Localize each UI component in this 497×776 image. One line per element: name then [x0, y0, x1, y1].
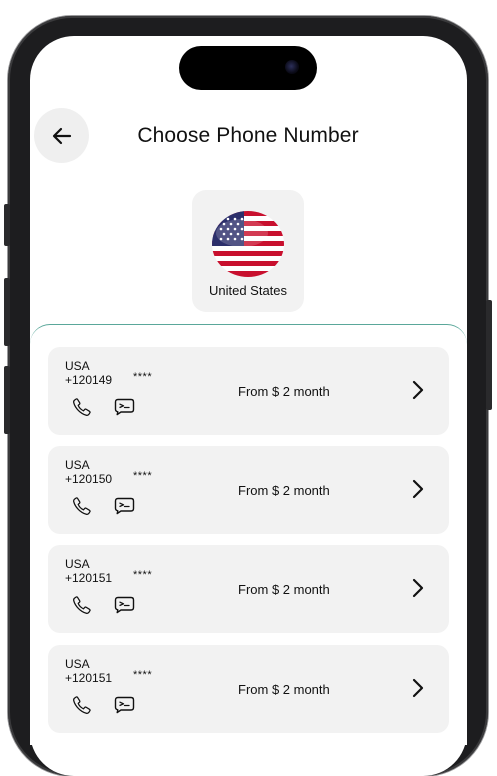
price-label: From $ 2 month: [238, 384, 330, 399]
message-icon: [114, 398, 135, 416]
country-name: United States: [208, 283, 288, 298]
action-button: [4, 204, 10, 246]
number-prefix: +120151: [65, 571, 113, 585]
number-country: USA: [65, 557, 90, 571]
message-icon: [114, 696, 135, 714]
number-mask: ****: [133, 371, 153, 383]
number-mask: ****: [133, 470, 153, 482]
phone-icon: [73, 398, 91, 416]
number-row[interactable]: USA +120149 **** From $ 2 month: [48, 347, 449, 435]
number-prefix: +120149: [65, 373, 113, 387]
number-country: USA: [65, 657, 90, 671]
us-flag-icon: [212, 211, 284, 277]
dynamic-island: [179, 46, 317, 90]
volume-up-button: [4, 278, 10, 346]
number-row[interactable]: USA +120150 **** From $ 2 month: [48, 446, 449, 534]
number-mask: ****: [133, 569, 153, 581]
number-prefix: +120150: [65, 472, 113, 486]
chevron-right-icon[interactable]: [410, 380, 426, 400]
back-button[interactable]: [34, 108, 89, 163]
volume-down-button: [4, 366, 10, 434]
chevron-right-icon[interactable]: [410, 678, 426, 698]
number-mask: ****: [133, 669, 153, 681]
power-button: [486, 300, 492, 410]
message-icon: [114, 596, 135, 614]
arrow-left-icon: [52, 127, 71, 144]
page-title: Choose Phone Number: [137, 124, 359, 147]
chevron-right-icon[interactable]: [410, 479, 426, 499]
country-selector[interactable]: United States: [192, 190, 304, 312]
phone-icon: [73, 497, 91, 515]
number-row[interactable]: USA +120151 **** From $ 2 month: [48, 545, 449, 633]
phone-icon: [73, 696, 91, 714]
price-label: From $ 2 month: [238, 682, 330, 697]
phone-icon: [73, 596, 91, 614]
camera-lens: [285, 60, 299, 74]
price-label: From $ 2 month: [238, 483, 330, 498]
number-prefix: +120151: [65, 671, 113, 685]
message-icon: [114, 497, 135, 515]
chevron-right-icon[interactable]: [410, 578, 426, 598]
number-country: USA: [65, 359, 90, 373]
number-country: USA: [65, 458, 90, 472]
price-label: From $ 2 month: [238, 582, 330, 597]
